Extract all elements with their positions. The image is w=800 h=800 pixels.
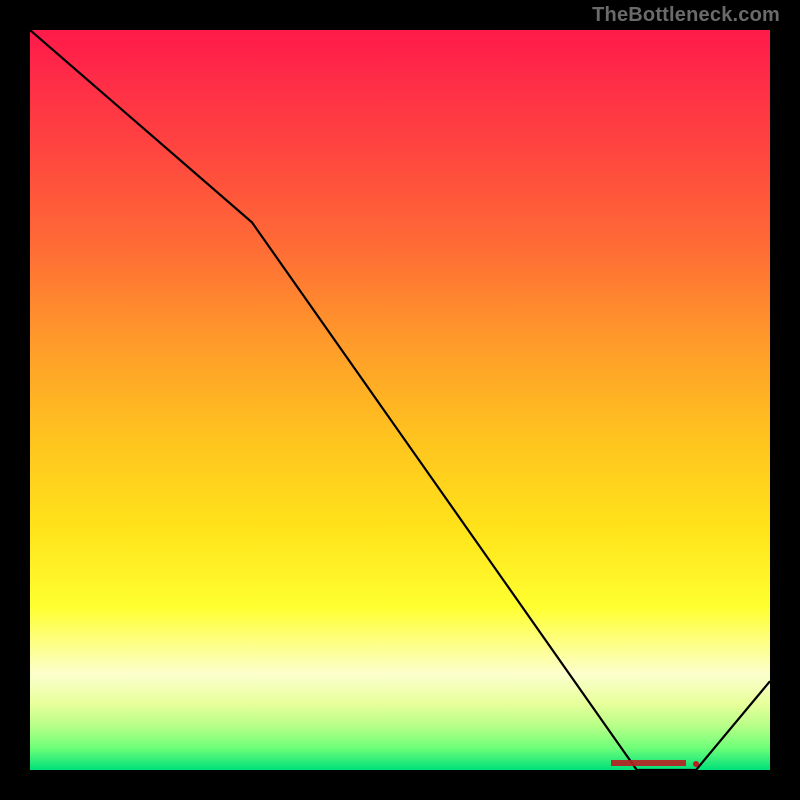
chart-svg bbox=[30, 30, 770, 770]
watermark-text: TheBottleneck.com bbox=[592, 4, 780, 27]
plot-area bbox=[30, 30, 770, 770]
chart-frame: TheBottleneck.com bbox=[0, 0, 800, 800]
line-series bbox=[30, 30, 770, 770]
annotation-bar bbox=[611, 760, 686, 766]
annotation-dot bbox=[693, 761, 699, 767]
